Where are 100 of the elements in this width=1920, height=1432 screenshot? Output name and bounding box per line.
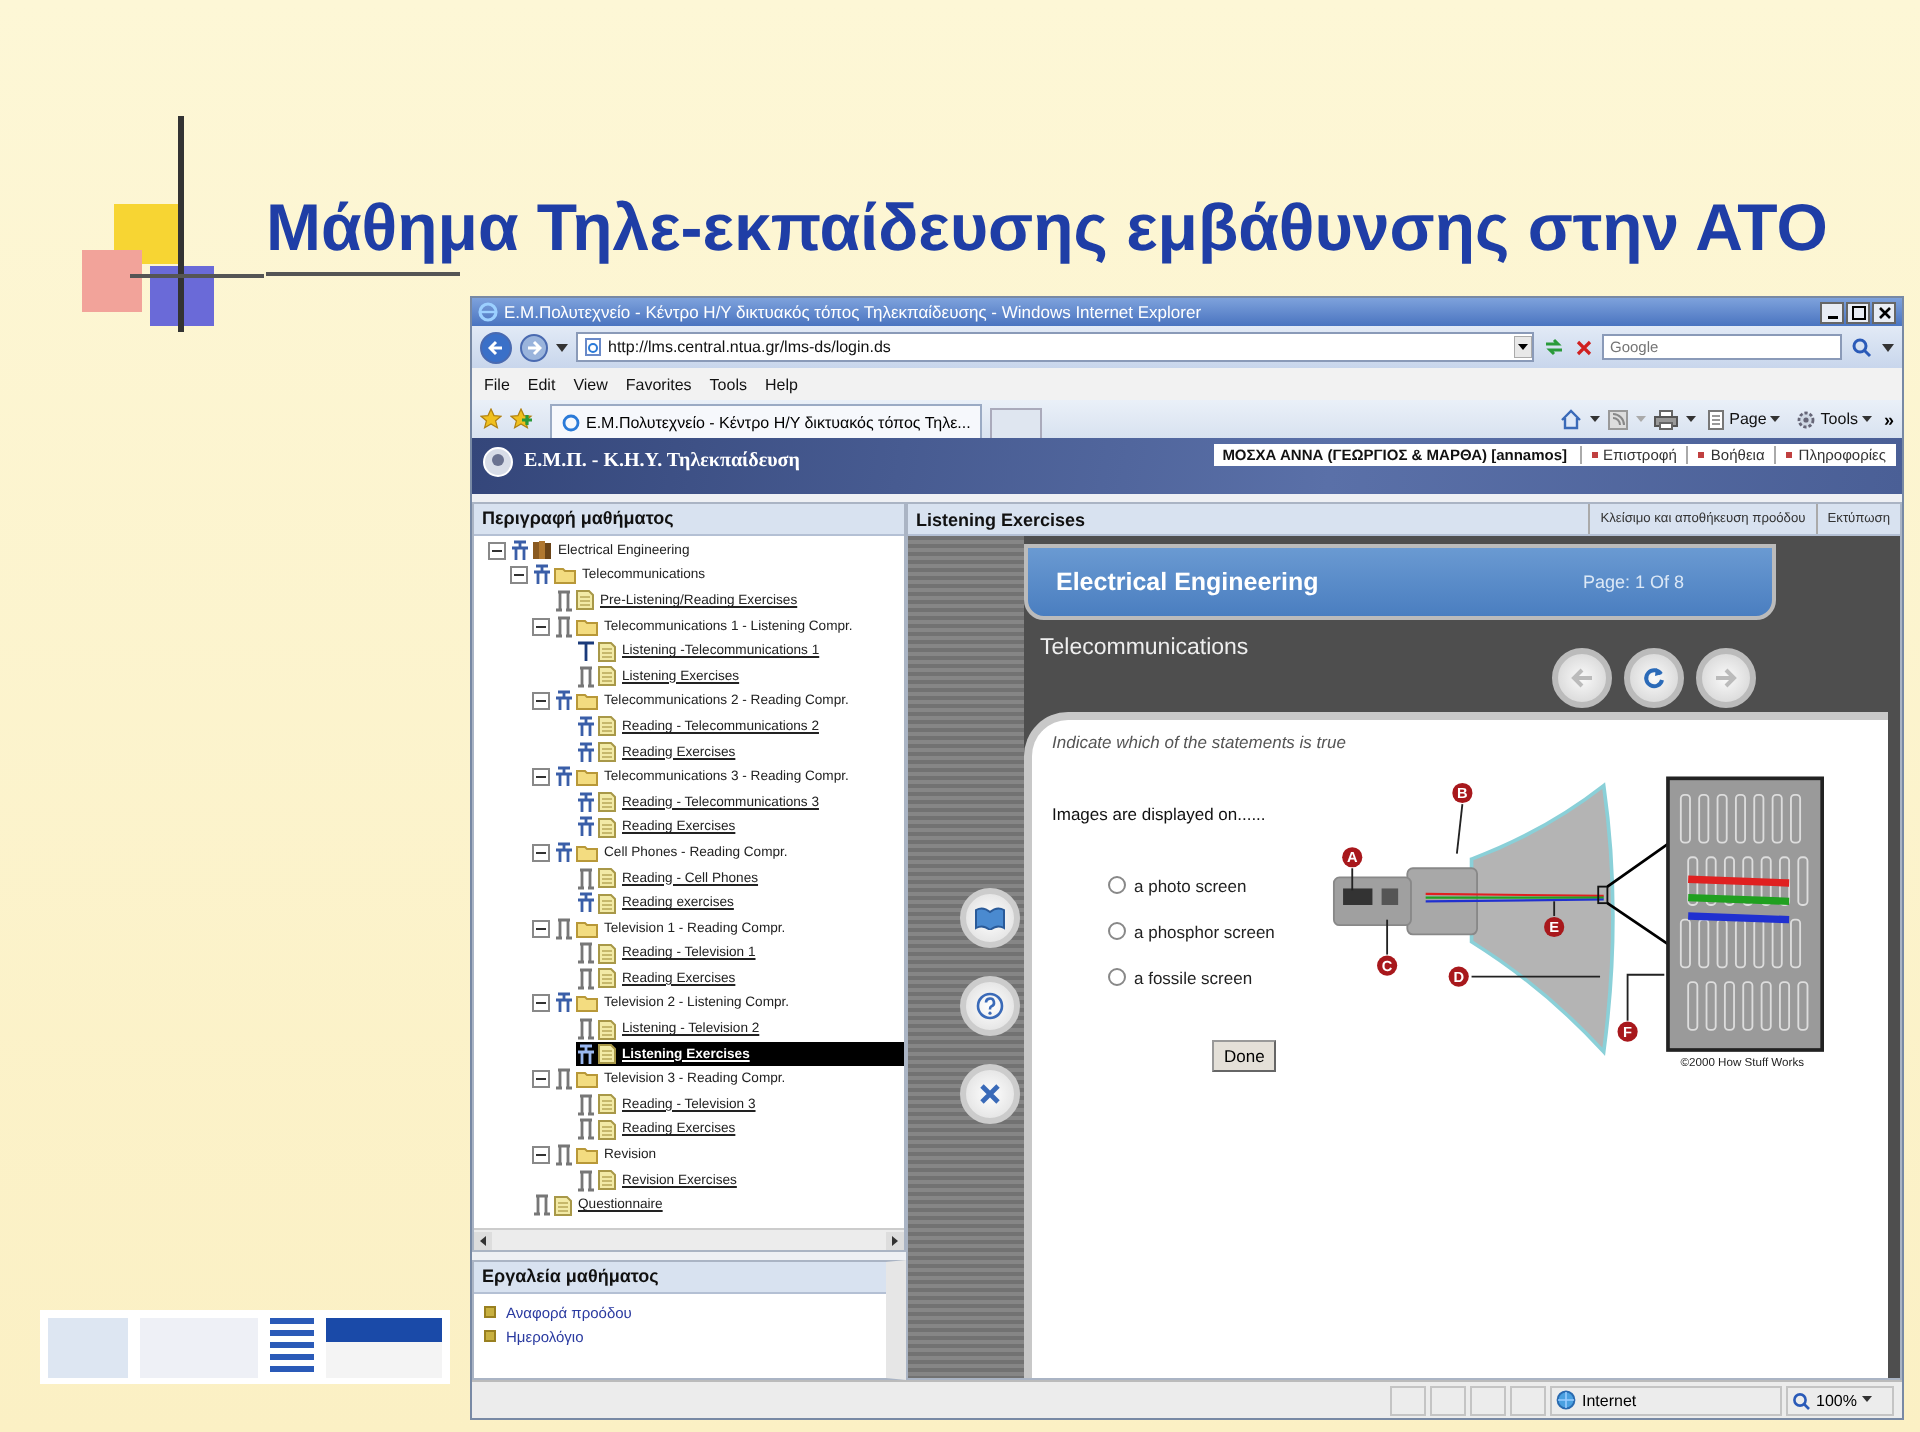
zoom-control[interactable]: 100% bbox=[1786, 1385, 1894, 1415]
books-icon bbox=[532, 540, 552, 561]
answer-option[interactable]: a photo screen bbox=[1108, 862, 1288, 908]
lesson-title: Listening Exercises bbox=[914, 509, 1086, 529]
plug-icon bbox=[554, 690, 574, 713]
scroll-left-icon[interactable] bbox=[474, 1231, 492, 1249]
gate-icon bbox=[554, 589, 574, 612]
plug-icon bbox=[576, 816, 596, 839]
back-arrow-icon bbox=[488, 339, 504, 355]
next-button[interactable] bbox=[1696, 648, 1756, 708]
gate-icon bbox=[532, 1194, 552, 1217]
gate-icon bbox=[554, 917, 574, 940]
forward-button[interactable] bbox=[520, 333, 548, 361]
document-icon bbox=[598, 641, 616, 662]
close-icon bbox=[978, 1082, 1002, 1106]
collapse-toggle-icon[interactable] bbox=[510, 566, 528, 585]
document-icon bbox=[598, 1044, 616, 1065]
document-icon bbox=[554, 1195, 572, 1216]
security-zone: Internet bbox=[1550, 1385, 1782, 1415]
collapse-toggle-icon[interactable] bbox=[532, 994, 550, 1013]
leader-line bbox=[1351, 867, 1354, 892]
scroll-right-icon[interactable] bbox=[886, 1231, 904, 1249]
document-icon bbox=[598, 868, 616, 889]
browser-logo-icon bbox=[478, 302, 498, 322]
search-icon[interactable] bbox=[1850, 336, 1874, 358]
collapse-toggle-icon[interactable] bbox=[532, 1070, 550, 1089]
help-button[interactable] bbox=[960, 976, 1020, 1036]
leader-line bbox=[1553, 900, 1556, 917]
plug-icon bbox=[576, 892, 596, 915]
browser-tab[interactable]: Ε.Μ.Πολυτεχνείο - Κέντρο Η/Υ δικτυακός τόπος Τηλε... bbox=[550, 404, 983, 438]
folder-icon bbox=[554, 566, 576, 585]
horizontal-scrollbar[interactable] bbox=[474, 1228, 904, 1250]
menu-item[interactable]: Favorites bbox=[625, 375, 692, 393]
collapse-toggle-icon[interactable] bbox=[532, 617, 550, 636]
done-button[interactable]: Done bbox=[1212, 1040, 1277, 1072]
collapse-toggle-icon[interactable] bbox=[488, 541, 506, 560]
maximize-button[interactable] bbox=[1846, 301, 1870, 323]
answer-option[interactable]: a phosphor screen bbox=[1108, 908, 1288, 954]
folder-icon bbox=[576, 919, 598, 938]
plug-icon bbox=[554, 766, 574, 789]
tee-icon bbox=[576, 640, 596, 663]
refresh-icon[interactable] bbox=[1542, 336, 1566, 358]
previous-button[interactable] bbox=[1552, 648, 1612, 708]
command-button[interactable]: Page bbox=[1703, 409, 1785, 429]
slide-title: Μάθημα Τηλε-εκπαίδευσης εμβάθυνσης στην ΑΤΟ bbox=[266, 188, 1828, 264]
address-field[interactable]: http://lms.central.ntua.gr/lms-ds/login.ds bbox=[576, 332, 1534, 362]
plug-icon bbox=[510, 539, 530, 562]
question-text: Images are displayed on...... bbox=[1052, 804, 1268, 824]
forward-arrow-icon bbox=[526, 339, 542, 355]
more-button[interactable]: » bbox=[1883, 409, 1894, 429]
close-button[interactable] bbox=[1872, 301, 1896, 323]
stop-icon[interactable] bbox=[1574, 337, 1594, 357]
minimize-button[interactable] bbox=[1820, 301, 1844, 323]
restart-button[interactable] bbox=[1624, 648, 1684, 708]
menu-item[interactable]: Tools bbox=[709, 375, 747, 393]
menu-item[interactable]: Edit bbox=[527, 375, 556, 393]
caret-icon bbox=[1770, 415, 1781, 423]
panel-title: Εργαλεία μαθήματος bbox=[474, 1262, 886, 1294]
gate-icon bbox=[576, 967, 596, 990]
menu-item[interactable]: Help bbox=[764, 375, 798, 393]
course-title: Electrical Engineering bbox=[1056, 568, 1319, 596]
caret-icon[interactable] bbox=[556, 343, 568, 351]
menu-item[interactable]: File bbox=[484, 375, 510, 393]
collapse-toggle-icon[interactable] bbox=[532, 692, 550, 711]
leader-line bbox=[1455, 803, 1464, 855]
radio-button[interactable] bbox=[1108, 922, 1126, 940]
leader-line bbox=[1626, 973, 1666, 1022]
help-icon bbox=[976, 992, 1004, 1020]
folder-icon bbox=[576, 843, 598, 862]
document-icon bbox=[576, 590, 594, 611]
caret-icon[interactable] bbox=[1685, 415, 1696, 423]
feed-icon[interactable] bbox=[1607, 409, 1628, 429]
add-favorite-icon[interactable] bbox=[510, 408, 534, 430]
command-button[interactable]: Tools bbox=[1792, 409, 1876, 429]
gate-icon bbox=[576, 867, 596, 890]
home-icon[interactable] bbox=[1559, 408, 1582, 430]
instruction-text: Indicate which of the statements is true bbox=[1052, 732, 1348, 752]
printer-icon[interactable] bbox=[1653, 409, 1678, 429]
collapse-toggle-icon[interactable] bbox=[532, 843, 550, 862]
right-arrow-icon bbox=[1714, 668, 1738, 688]
collapse-toggle-icon[interactable] bbox=[532, 768, 550, 787]
site-title: Ε.Μ.Π. - Κ.Η.Υ. Τηλεκπαίδευση bbox=[524, 448, 800, 476]
star-icon[interactable] bbox=[480, 408, 502, 430]
document-icon bbox=[598, 742, 616, 763]
menu-item[interactable]: View bbox=[573, 375, 608, 393]
document-icon bbox=[598, 968, 616, 989]
callout-marker: C bbox=[1377, 955, 1398, 976]
caret-icon[interactable] bbox=[1882, 343, 1894, 351]
collapse-toggle-icon[interactable] bbox=[532, 919, 550, 938]
collapse-toggle-icon[interactable] bbox=[532, 1146, 550, 1165]
book-button[interactable] bbox=[960, 888, 1020, 948]
radio-button[interactable] bbox=[1108, 876, 1126, 894]
maximize-icon bbox=[1851, 305, 1865, 319]
callout-marker: F bbox=[1617, 1021, 1638, 1042]
dropdown-icon[interactable] bbox=[1514, 336, 1532, 358]
radio-button[interactable] bbox=[1108, 968, 1126, 986]
back-button[interactable] bbox=[480, 331, 512, 363]
caret-icon[interactable] bbox=[1589, 415, 1600, 423]
folder-icon bbox=[576, 994, 598, 1013]
answer-option[interactable]: a fossile screen bbox=[1108, 954, 1288, 1000]
